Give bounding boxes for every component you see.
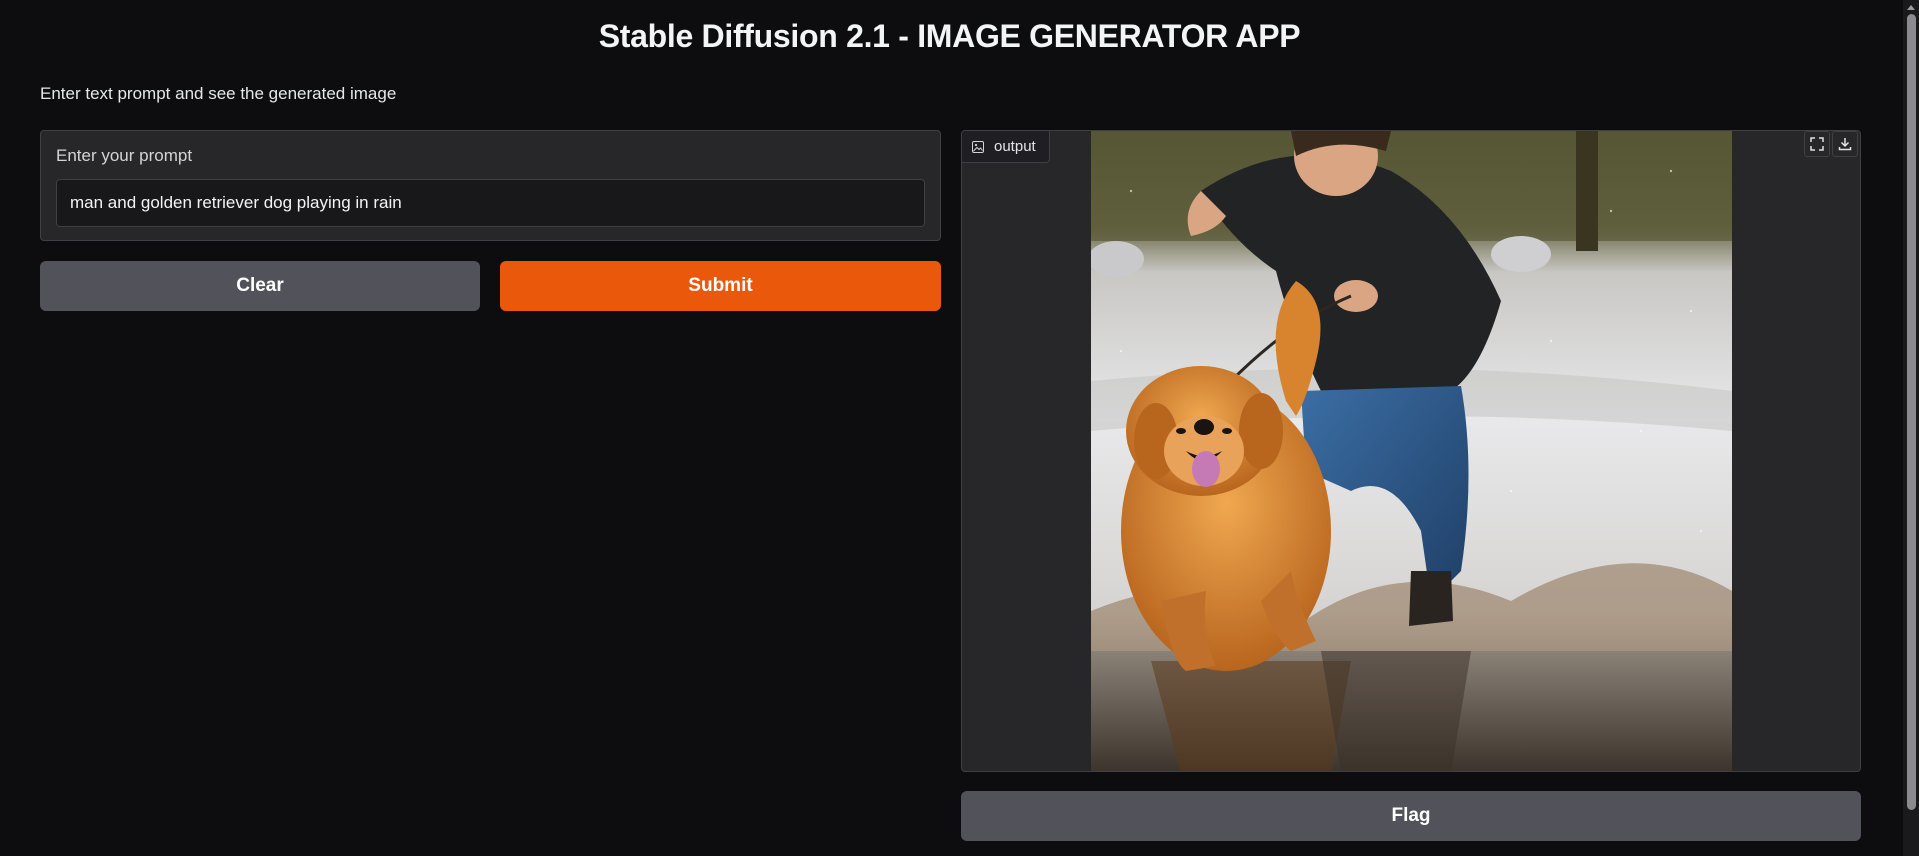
fullscreen-icon — [1810, 137, 1824, 151]
scrollbar-thumb[interactable] — [1907, 14, 1916, 810]
download-button[interactable] — [1832, 131, 1858, 157]
page-title: Stable Diffusion 2.1 - IMAGE GENERATOR A… — [598, 18, 1301, 54]
prompt-input[interactable] — [56, 179, 925, 227]
prompt-label: Enter your prompt — [56, 146, 193, 165]
generated-image — [1091, 131, 1732, 771]
output-panel: output — [961, 130, 1861, 772]
submit-button[interactable]: Submit — [500, 261, 941, 311]
page-scrollbar[interactable] — [1903, 0, 1919, 856]
output-label-tab: output — [962, 131, 1050, 163]
download-icon — [1838, 138, 1852, 151]
scroll-up-arrow-icon[interactable] — [1903, 0, 1919, 14]
prompt-panel: Enter your prompt — [40, 130, 941, 241]
clear-button[interactable]: Clear — [40, 261, 480, 311]
page-subtitle: Enter text prompt and see the generated … — [40, 84, 397, 103]
image-icon — [972, 140, 984, 153]
fullscreen-button[interactable] — [1804, 131, 1830, 157]
output-label: output — [994, 138, 1036, 155]
flag-button[interactable]: Flag — [961, 791, 1861, 841]
